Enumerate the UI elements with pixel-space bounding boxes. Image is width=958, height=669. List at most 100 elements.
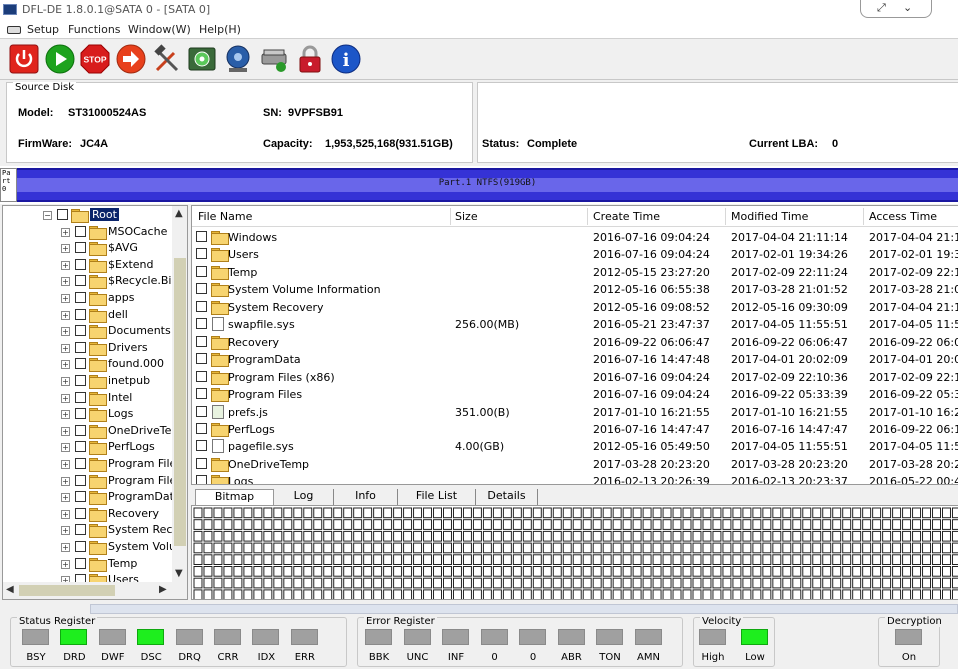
- file-list-row[interactable]: System Recovery 2012-05-16 09:08:52 2012-0…: [192, 299, 958, 316]
- column-modified-time[interactable]: Modified Time: [731, 210, 808, 223]
- tree-checkbox[interactable]: [75, 225, 86, 237]
- scroll-down-arrow-icon[interactable]: ▼: [175, 568, 183, 579]
- file-list-row[interactable]: OneDriveTemp 2017-03-28 20:23:20 2017-03-2…: [192, 456, 958, 473]
- menu-window[interactable]: Window(W): [128, 23, 191, 36]
- expand-icon[interactable]: +: [61, 476, 70, 486]
- row-checkbox[interactable]: [196, 405, 207, 417]
- file-list-row[interactable]: PerfLogs 2016-07-16 14:47:47 2016-07-16 14…: [192, 421, 958, 438]
- menu-functions[interactable]: Functions: [68, 23, 121, 36]
- file-list-row[interactable]: Program Files 2016-07-16 09:04:24 2016-09-…: [192, 386, 958, 403]
- column-access-time[interactable]: Access Time: [869, 210, 937, 223]
- row-checkbox[interactable]: [196, 422, 207, 434]
- tree-checkbox[interactable]: [75, 474, 86, 486]
- tree-checkbox[interactable]: [75, 258, 86, 270]
- file-list-row[interactable]: Windows 2016-07-16 09:04:24 2017-04-04 21:…: [192, 229, 958, 246]
- row-checkbox[interactable]: [196, 475, 207, 484]
- menu-setup[interactable]: Setup: [27, 23, 59, 36]
- expand-icon[interactable]: +: [61, 377, 70, 386]
- scroll-right-arrow-icon[interactable]: ▶: [159, 584, 167, 595]
- tree-checkbox[interactable]: [75, 325, 86, 337]
- next-button[interactable]: [116, 44, 146, 74]
- tree-horizontal-scroll-thumb[interactable]: [19, 585, 115, 596]
- stop-button[interactable]: STOP: [80, 44, 110, 74]
- start-button[interactable]: [45, 44, 75, 74]
- file-list-row[interactable]: Program Files (x86) 2016-07-16 09:04:24 20…: [192, 369, 958, 386]
- tab-details[interactable]: Details: [476, 489, 538, 505]
- row-checkbox[interactable]: [196, 388, 207, 400]
- expand-icon[interactable]: +: [61, 393, 70, 403]
- expand-icon[interactable]: +: [61, 360, 70, 370]
- tab-log[interactable]: Log: [274, 489, 334, 505]
- tree-checkbox[interactable]: [75, 275, 86, 287]
- power-button[interactable]: [9, 44, 39, 74]
- row-checkbox[interactable]: [196, 318, 207, 330]
- disk-button[interactable]: [223, 44, 253, 74]
- tree-checkbox[interactable]: [75, 491, 86, 503]
- row-checkbox[interactable]: [196, 335, 207, 347]
- column-create-time[interactable]: Create Time: [593, 210, 660, 223]
- tree-checkbox[interactable]: [75, 292, 86, 303]
- tree-checkbox[interactable]: [75, 358, 86, 370]
- tree-checkbox[interactable]: [57, 209, 68, 220]
- file-list-row[interactable]: Recovery 2016-09-22 06:06:47 2016-09-22 06…: [192, 334, 958, 351]
- expand-icon[interactable]: +: [61, 260, 70, 270]
- file-list-row[interactable]: Users 2016-07-16 09:04:24 2017-02-01 19:34…: [192, 246, 958, 263]
- scroll-left-arrow-icon[interactable]: ◀: [6, 584, 14, 595]
- expand-icon[interactable]: +: [61, 509, 70, 519]
- row-checkbox[interactable]: [196, 370, 207, 382]
- tree-horizontal-scrollbar[interactable]: ◀ ▶: [3, 582, 187, 599]
- tree-checkbox[interactable]: [75, 242, 86, 254]
- file-list-row[interactable]: Logs 2016-02-13 20:26:39 2016-02-13 20:23:…: [192, 473, 958, 484]
- info-button[interactable]: i: [331, 44, 361, 74]
- expand-icon[interactable]: +: [61, 526, 70, 536]
- partition-1-segment[interactable]: Part.1 NTFS(919GB): [17, 168, 958, 202]
- expand-icon[interactable]: +: [61, 227, 70, 237]
- row-checkbox[interactable]: [196, 231, 207, 242]
- row-checkbox[interactable]: [196, 300, 207, 312]
- menu-help[interactable]: Help(H): [199, 23, 241, 36]
- tree-checkbox[interactable]: [75, 557, 86, 569]
- tree-checkbox[interactable]: [75, 458, 86, 469]
- tree-checkbox[interactable]: [75, 341, 86, 353]
- tree-checkbox[interactable]: [75, 507, 86, 519]
- row-checkbox[interactable]: [196, 248, 207, 260]
- expand-icon[interactable]: +: [61, 343, 70, 353]
- expand-icon[interactable]: +: [61, 294, 70, 303]
- tree-checkbox[interactable]: [75, 441, 86, 453]
- tab-info[interactable]: Info: [334, 489, 398, 505]
- tree-checkbox[interactable]: [75, 308, 86, 320]
- tree-checkbox[interactable]: [75, 408, 86, 420]
- expand-icon[interactable]: +: [61, 310, 70, 320]
- chevron-down-icon[interactable]: ⌄: [903, 1, 912, 14]
- expand-icon[interactable]: −: [43, 211, 52, 220]
- tree-checkbox[interactable]: [75, 524, 86, 536]
- lock-button[interactable]: [295, 44, 325, 74]
- expand-icon[interactable]: +: [61, 443, 70, 453]
- expand-icon[interactable]: +: [61, 559, 70, 569]
- expand-icon[interactable]: +: [61, 244, 70, 254]
- file-list-row[interactable]: ProgramData 2016-07-16 14:47:48 2017-04-01…: [192, 351, 958, 368]
- scroll-up-arrow-icon[interactable]: ▲: [175, 208, 183, 219]
- drive-button[interactable]: [259, 44, 289, 74]
- tree-vertical-scroll-thumb[interactable]: [174, 258, 186, 546]
- tree-checkbox[interactable]: [75, 375, 86, 386]
- tree-checkbox[interactable]: [75, 424, 86, 436]
- file-list-row[interactable]: System Volume Information 2012-05-16 06:5…: [192, 281, 958, 298]
- expand-icon[interactable]: +: [61, 410, 70, 420]
- tree-checkbox[interactable]: [75, 391, 86, 403]
- row-checkbox[interactable]: [196, 457, 207, 469]
- row-checkbox[interactable]: [196, 440, 207, 452]
- expand-icon[interactable]: +: [61, 460, 70, 469]
- image-button[interactable]: [187, 44, 217, 74]
- column-file-name[interactable]: File Name: [198, 210, 252, 223]
- tab-file-list[interactable]: File List: [398, 489, 476, 505]
- tree-checkbox[interactable]: [75, 541, 86, 552]
- tree-vertical-scrollbar[interactable]: ▲ ▼: [172, 206, 187, 582]
- row-checkbox[interactable]: [196, 353, 207, 365]
- tab-bitmap[interactable]: Bitmap: [195, 489, 274, 505]
- row-checkbox[interactable]: [196, 283, 207, 295]
- file-list-row[interactable]: Temp 2012-05-15 23:27:20 2017-02-09 22:11:…: [192, 264, 958, 281]
- expand-icon[interactable]: +: [61, 327, 70, 337]
- row-checkbox[interactable]: [196, 265, 207, 277]
- expand-icon[interactable]: +: [61, 277, 70, 287]
